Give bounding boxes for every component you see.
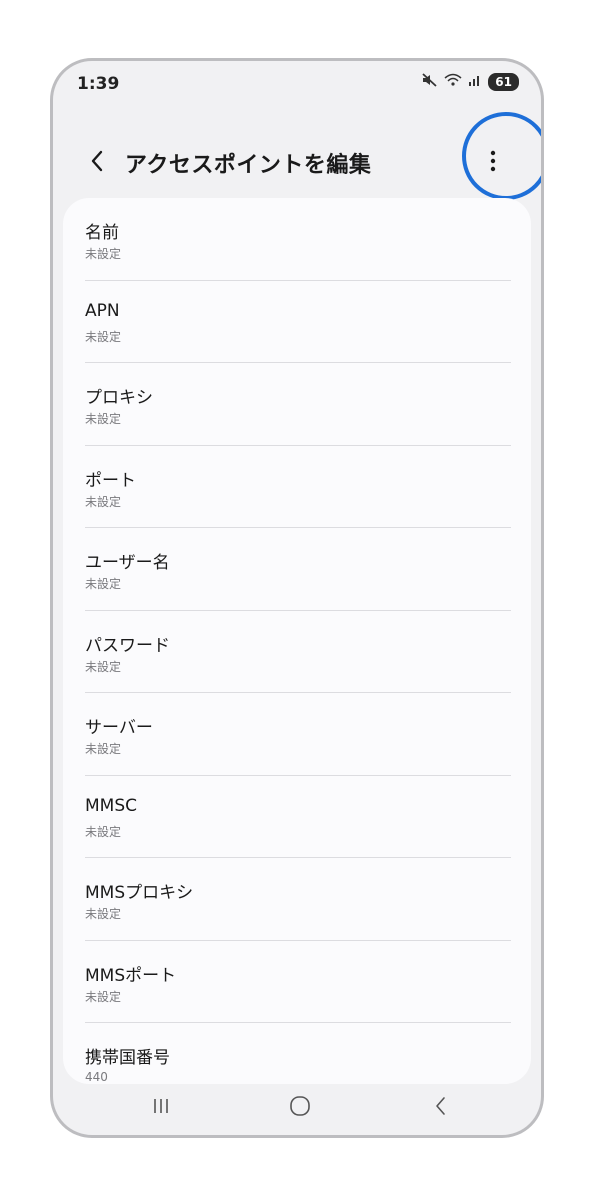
wifi-icon	[444, 73, 462, 91]
setting-label: ユーザー名	[85, 553, 170, 573]
phone-frame: 1:39 61 アクセスポイントを編集 名前 未設定 APN 未設定 プロキシ …	[50, 58, 544, 1138]
more-vertical-icon	[490, 150, 496, 176]
setting-value: 未設定	[85, 247, 122, 261]
setting-item-username[interactable]: ユーザー名 未設定	[63, 528, 531, 611]
mute-icon	[422, 73, 438, 91]
setting-item-mcc[interactable]: 携帯国番号 440	[63, 1023, 531, 1084]
setting-item-name[interactable]: 名前 未設定	[63, 198, 531, 281]
back-button[interactable]	[79, 143, 115, 183]
page-title: アクセスポイントを編集	[125, 153, 372, 178]
recent-apps-icon	[151, 1097, 171, 1119]
setting-value: 未設定	[85, 742, 122, 756]
setting-label: MMSポート	[85, 965, 177, 986]
back-chevron-icon	[89, 149, 105, 177]
setting-item-mms-port[interactable]: MMSポート 未設定	[63, 941, 531, 1023]
setting-item-apn[interactable]: APN 未設定	[63, 281, 531, 363]
setting-label: MMSC	[85, 795, 137, 816]
nav-back-button[interactable]	[411, 1090, 471, 1126]
more-options-button[interactable]	[473, 138, 513, 188]
status-bar: 1:39 61	[53, 61, 541, 111]
setting-label: 名前	[85, 223, 119, 243]
setting-item-mms-proxy[interactable]: MMSプロキシ 未設定	[63, 858, 531, 941]
setting-label: パスワード	[85, 635, 170, 656]
setting-value: 未設定	[85, 824, 122, 839]
setting-label: MMSプロキシ	[85, 883, 194, 903]
setting-item-mmsc[interactable]: MMSC 未設定	[63, 776, 531, 858]
back-icon	[433, 1096, 449, 1120]
setting-item-password[interactable]: パスワード 未設定	[63, 611, 531, 693]
home-button[interactable]	[270, 1090, 330, 1126]
recent-apps-button[interactable]	[131, 1090, 191, 1126]
setting-item-port[interactable]: ポート 未設定	[63, 446, 531, 528]
status-time: 1:39	[77, 74, 120, 94]
app-bar: アクセスポイントを編集	[53, 133, 541, 193]
settings-list: 名前 未設定 APN 未設定 プロキシ 未設定 ポート 未設定 ユーザー名 未設…	[63, 198, 531, 1084]
setting-label: 携帯国番号	[85, 1048, 170, 1068]
setting-value: 未設定	[85, 577, 122, 591]
setting-item-server[interactable]: サーバー 未設定	[63, 693, 531, 776]
setting-value: 未設定	[85, 412, 122, 426]
setting-label: APN	[85, 300, 120, 321]
navigation-bar	[53, 1080, 541, 1135]
status-icons: 61	[422, 73, 519, 91]
setting-value: 未設定	[85, 659, 122, 674]
setting-item-proxy[interactable]: プロキシ 未設定	[63, 363, 531, 446]
setting-value: 未設定	[85, 989, 122, 1004]
signal-icon	[468, 73, 482, 91]
setting-label: ポート	[85, 470, 136, 491]
setting-label: プロキシ	[85, 388, 153, 408]
battery-icon: 61	[488, 73, 519, 91]
home-icon	[288, 1095, 312, 1121]
setting-value: 未設定	[85, 494, 122, 509]
setting-value: 未設定	[85, 329, 122, 344]
setting-label: サーバー	[85, 718, 153, 738]
setting-value: 未設定	[85, 907, 122, 921]
